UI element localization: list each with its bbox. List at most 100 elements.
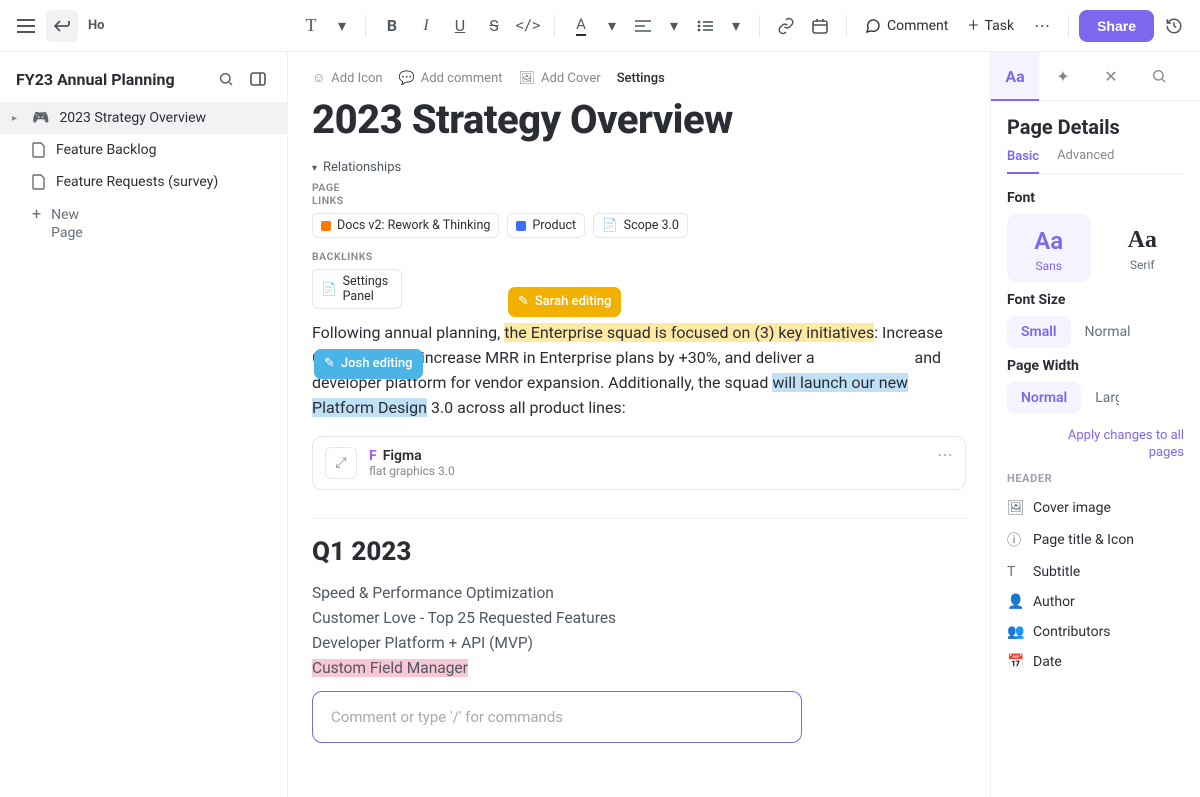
new-page-button[interactable]: + New Page (0, 198, 287, 250)
sidebar-item-label: Feature Backlog (56, 142, 156, 158)
size-small-pill[interactable]: Small (1007, 316, 1071, 348)
header-item-subtitle[interactable]: TSubtitle (1007, 557, 1184, 587)
backlink-chip[interactable]: 📄Settings Panel (312, 269, 402, 309)
body-line[interactable]: Customer Love - Top 25 Requested Feature… (312, 606, 966, 631)
link-chip[interactable]: Product (507, 213, 585, 238)
header-item-cover[interactable]: 🖼Cover image (1007, 493, 1184, 523)
collapse-panel-icon[interactable] (245, 66, 271, 92)
link-chip[interactable]: 📄Scope 3.0 (593, 213, 688, 238)
code-icon[interactable]: </> (512, 10, 544, 42)
body-line[interactable]: Developer Platform + API (MVP) (312, 631, 966, 656)
back-icon[interactable] (46, 10, 78, 42)
backlinks-label: BACKLINKS (312, 250, 966, 263)
add-icon-button[interactable]: ☺Add Icon (312, 70, 383, 86)
right-panel: Aa ✦ ✕ Page Details Basic Advanced Font … (990, 52, 1200, 797)
text-style-group: T ▾ (295, 10, 355, 42)
width-label: Page Width (1007, 358, 1184, 374)
panel-tab-sparkle[interactable]: ✦ (1039, 52, 1087, 100)
topbar: Ho T ▾ B I U S </> A ▾ ▾ ▾ (0, 0, 1200, 52)
smile-icon: ☺ (312, 70, 325, 86)
font-serif-card[interactable]: Aa Serif (1101, 214, 1185, 282)
align-icon[interactable] (627, 10, 659, 42)
settings-button[interactable]: Settings (617, 71, 665, 86)
size-normal-pill[interactable]: Normal (1085, 324, 1131, 340)
link-chip[interactable]: Docs v2: Rework & Thinking (312, 213, 499, 238)
users-icon: 👥 (1007, 624, 1023, 640)
sidebar-item-strategy[interactable]: ▸ 🎮 2023 Strategy Overview (0, 102, 287, 134)
bold-icon[interactable]: B (376, 10, 408, 42)
add-comment-button[interactable]: 💬Add comment (399, 71, 503, 86)
sidebar-title: FY23 Annual Planning (16, 70, 175, 89)
expand-icon[interactable]: ⤢ (325, 447, 357, 479)
user-icon: 👤 (1007, 594, 1023, 610)
header-item-title[interactable]: ⓘPage title & Icon (1007, 523, 1184, 557)
heading-q1[interactable]: Q1 2023 (312, 537, 966, 567)
plus-icon: + (32, 206, 41, 222)
chevron-down-icon[interactable]: ▾ (599, 13, 625, 39)
header-item-date[interactable]: 📅Date (1007, 647, 1184, 677)
sidebar-item-label: Feature Requests (survey) (56, 174, 218, 190)
comment-button[interactable]: Comment (857, 12, 956, 40)
page-title[interactable]: 2023 Strategy Overview (312, 96, 966, 143)
subtab-advanced[interactable]: Advanced (1057, 149, 1097, 173)
link-icon[interactable] (770, 10, 802, 42)
add-cover-button[interactable]: 🖼Add Cover (519, 71, 601, 86)
sidebar: FY23 Annual Planning ▸ 🎮 2023 Strategy O… (0, 52, 288, 797)
header-item-contributors[interactable]: 👥Contributors (1007, 617, 1184, 647)
gamepad-icon: 🎮 (32, 110, 49, 126)
highlight-yellow: the Enterprise squad is focused on (3) k… (504, 323, 874, 342)
doc-icon (32, 142, 46, 158)
subtab-basic[interactable]: Basic (1007, 149, 1039, 174)
presence-sarah: ✎Sarah editing (508, 287, 621, 317)
square-icon (516, 221, 526, 231)
underline-icon[interactable]: U (444, 10, 476, 42)
chevron-down-icon[interactable]: ▾ (329, 13, 355, 39)
header-section-label: HEADER (1007, 472, 1184, 485)
doc-icon (32, 174, 46, 190)
chevron-down-icon[interactable]: ▾ (661, 13, 687, 39)
body-paragraph[interactable]: ✎Sarah editing ✎Josh editing Following a… (312, 321, 966, 420)
menu-icon[interactable] (10, 10, 42, 42)
doc-icon: 📄 (602, 218, 618, 233)
calendar-icon: 📅 (1007, 654, 1023, 670)
font-sans-card[interactable]: Aa Sans (1007, 214, 1091, 282)
panel-tab-tools[interactable]: ✕ (1087, 52, 1135, 100)
text-style-icon[interactable]: T (295, 10, 327, 42)
body-line[interactable]: Custom Field Manager (312, 656, 966, 681)
strikethrough-icon[interactable]: S (478, 10, 510, 42)
search-icon[interactable] (213, 66, 239, 92)
text-icon: T (1007, 564, 1023, 580)
chevron-down-icon[interactable]: ▾ (723, 13, 749, 39)
embed-subtitle: flat graphics 3.0 (369, 464, 455, 478)
italic-icon[interactable]: I (410, 10, 442, 42)
list-icon[interactable] (689, 10, 721, 42)
figma-icon: F (369, 448, 377, 464)
tab-home[interactable]: Ho (82, 10, 111, 42)
highlight-pink: Custom Field Manager (312, 659, 468, 677)
pencil-icon: ✎ (324, 354, 335, 374)
date-icon[interactable] (804, 10, 836, 42)
panel-tab-text[interactable]: Aa (991, 52, 1039, 100)
header-item-author[interactable]: 👤Author (1007, 587, 1184, 617)
more-icon[interactable]: ⋯ (937, 445, 955, 464)
history-icon[interactable] (1158, 10, 1190, 42)
task-button[interactable]: + Task (960, 9, 1022, 42)
body-line[interactable]: Speed & Performance Optimization (312, 581, 966, 606)
divider (312, 518, 966, 519)
info-icon: ⓘ (1007, 530, 1023, 550)
main-editor: ☺Add Icon 💬Add comment 🖼Add Cover Settin… (288, 52, 990, 797)
width-normal-pill[interactable]: Normal (1007, 382, 1081, 414)
sidebar-item-label: 2023 Strategy Overview (59, 110, 206, 126)
share-button[interactable]: Share (1079, 10, 1154, 42)
width-large-pill[interactable]: Large (1095, 390, 1119, 406)
apply-all-link[interactable]: Apply changes to all pages (1057, 428, 1184, 462)
more-icon[interactable]: ⋯ (1026, 10, 1058, 42)
comment-input[interactable]: Comment or type '/' for commands (312, 691, 802, 743)
presence-josh: ✎Josh editing (314, 349, 423, 379)
panel-tab-search[interactable] (1135, 52, 1183, 100)
sidebar-item-requests[interactable]: Feature Requests (survey) (0, 166, 287, 198)
figma-embed[interactable]: ⤢ FFigma flat graphics 3.0 ⋯ (312, 436, 966, 490)
sidebar-item-backlog[interactable]: Feature Backlog (0, 134, 287, 166)
relationships-toggle[interactable]: ▾ Relationships (312, 161, 966, 176)
text-color-icon[interactable]: A (565, 10, 597, 42)
